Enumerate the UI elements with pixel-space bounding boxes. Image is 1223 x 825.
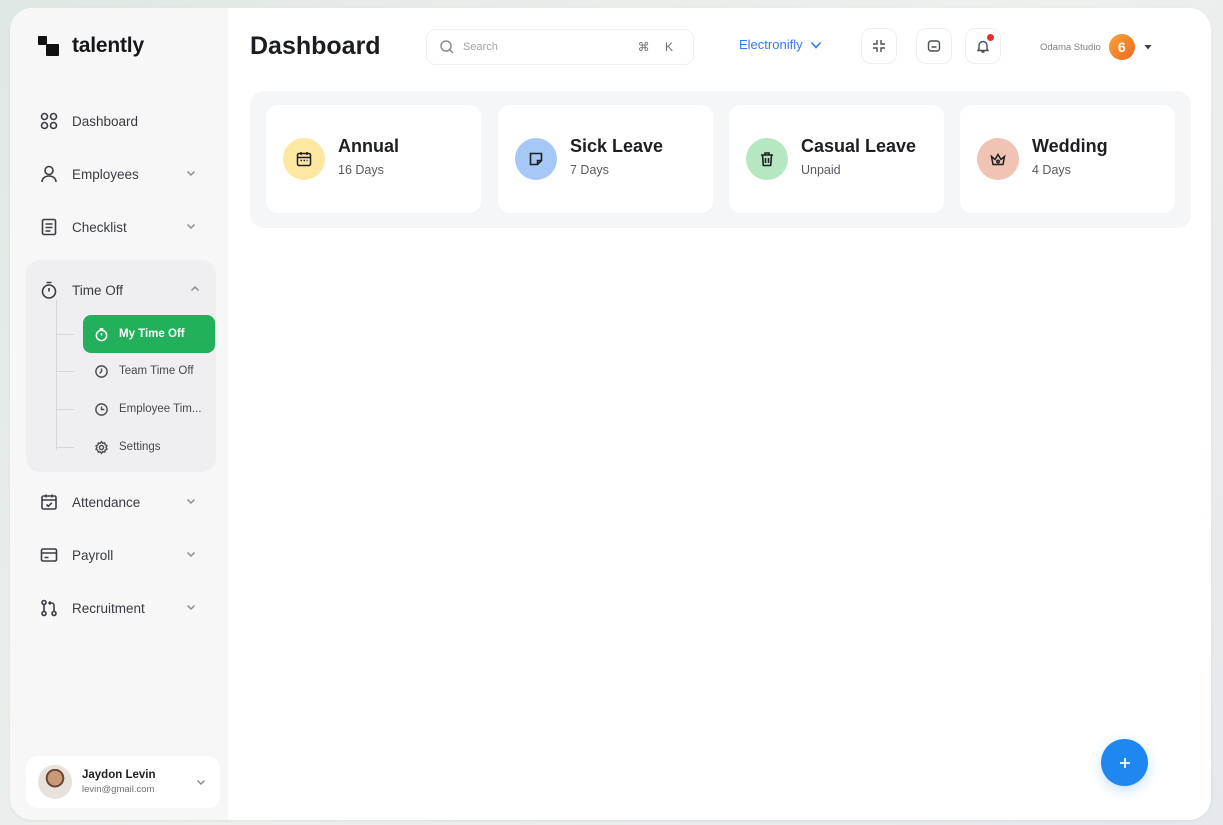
chevron-down-icon (809, 38, 823, 52)
chevron-down-icon[interactable] (184, 547, 198, 561)
user-icon (38, 163, 60, 185)
tree-connector (56, 300, 57, 450)
sidebar-item-attendance[interactable]: Attendance (26, 482, 212, 522)
user-profile-card[interactable]: Jaydon Levin levin@gmail.com (26, 756, 220, 808)
workspace-switcher[interactable]: Odama Studio 6 (1040, 34, 1153, 60)
calendar-icon (283, 138, 325, 180)
sidebar-item-label: Payroll (72, 547, 114, 563)
sticky-note-icon (515, 138, 557, 180)
leave-card-sick-leave[interactable]: Sick Leave 7 Days (498, 105, 713, 213)
leave-type-title: Wedding (1032, 136, 1108, 156)
leave-balance: Unpaid (801, 163, 841, 177)
page-title: Dashboard (250, 32, 381, 60)
leave-card-wedding[interactable]: Wedding 4 Days (960, 105, 1175, 213)
sidebar: talently Dashboard Employees Checklist T… (10, 8, 228, 820)
collapse-button[interactable] (861, 28, 897, 64)
grid-icon (38, 110, 60, 132)
notification-badge (987, 34, 994, 41)
sidebar-item-label: Recruitment (72, 600, 145, 616)
sidebar-subitem-label: My Time Off (119, 328, 185, 340)
avatar (38, 765, 72, 799)
plus-icon (1117, 755, 1133, 771)
trash-icon (746, 138, 788, 180)
gear-icon (93, 439, 109, 455)
messages-button[interactable] (916, 28, 952, 64)
leave-type-title: Sick Leave (570, 136, 664, 156)
sidebar-item-label: Attendance (72, 494, 141, 510)
sidebar-item-checklist[interactable]: Checklist (26, 207, 212, 247)
sidebar-item-label: Checklist (72, 219, 127, 235)
sidebar-subitem-team-time-off[interactable]: Team Time Off (83, 353, 215, 389)
sidebar-item-employees[interactable]: Employees (26, 154, 212, 194)
leave-summary: Annual 16 Days Sick Leave 7 Days Casual … (250, 91, 1191, 228)
add-button[interactable] (1101, 739, 1148, 786)
calendar-check-icon (38, 491, 60, 513)
leave-balance: 7 Days (570, 163, 609, 177)
leave-balance: 16 Days (338, 163, 384, 177)
chevron-down-icon[interactable] (194, 775, 208, 789)
sidebar-item-dashboard[interactable]: Dashboard (26, 101, 212, 141)
leave-card-annual[interactable]: Annual 16 Days (266, 105, 481, 213)
chevron-down-icon[interactable] (184, 219, 198, 233)
app-window: talently Dashboard Employees Checklist T… (10, 8, 1211, 820)
clock-icon (93, 363, 109, 379)
leave-card-casual-leave[interactable]: Casual Leave Unpaid (729, 105, 944, 213)
talently-logo-icon (38, 34, 62, 58)
sidebar-subitem-employee-time-off[interactable]: Employee Tim... (83, 391, 215, 427)
leave-balance: 4 Days (1032, 163, 1071, 177)
tree-connector (56, 334, 74, 335)
tree-connector (56, 371, 74, 372)
sidebar-item-recruitment[interactable]: Recruitment (26, 588, 212, 628)
caret-down-icon (1143, 42, 1153, 52)
git-pull-icon (38, 597, 60, 619)
sidebar-subitem-label: Team Time Off (119, 365, 194, 377)
checklist-icon (38, 216, 60, 238)
notifications-button[interactable] (965, 28, 1001, 64)
brand-name: talently (72, 34, 144, 57)
chevron-down-icon[interactable] (184, 166, 198, 180)
search-icon (439, 39, 455, 55)
brand-logo[interactable]: talently (38, 34, 144, 58)
user-name: Jaydon Levin (82, 769, 156, 781)
tree-connector (56, 409, 74, 410)
sidebar-subitem-settings[interactable]: Settings (83, 429, 215, 465)
organization-name: Electronifly (739, 37, 803, 52)
sidebar-subitem-label: Settings (119, 441, 161, 453)
time-off-group: Time Off My Time Off Team Time Off Emplo… (26, 260, 216, 472)
stopwatch-icon (38, 279, 60, 301)
sidebar-item-label: Employees (72, 166, 139, 182)
sidebar-subitem-label: Employee Tim... (119, 403, 202, 415)
search-shortcut-hint: ⌘ K (637, 40, 679, 54)
sidebar-item-time-off[interactable]: Time Off (26, 270, 216, 310)
sidebar-item-payroll[interactable]: Payroll (26, 535, 212, 575)
timer-icon (93, 326, 109, 342)
leave-type-title: Casual Leave (801, 136, 917, 156)
user-email: levin@gmail.com (82, 784, 155, 795)
sidebar-subitem-my-time-off[interactable]: My Time Off (83, 315, 215, 353)
crown-icon (977, 138, 1019, 180)
chevron-down-icon[interactable] (184, 494, 198, 508)
search-bar[interactable]: ⌘ K (426, 29, 694, 65)
tree-connector (56, 447, 74, 448)
collapse-icon (871, 38, 887, 54)
message-icon (926, 38, 942, 54)
chevron-down-icon[interactable] (184, 600, 198, 614)
clock-icon (93, 401, 109, 417)
wallet-icon (38, 544, 60, 566)
leave-type-title: Annual (338, 136, 399, 156)
chevron-up-icon[interactable] (188, 282, 202, 296)
search-input[interactable] (463, 37, 633, 57)
sidebar-item-label: Time Off (72, 282, 124, 298)
sidebar-item-label: Dashboard (72, 113, 139, 129)
workspace-logo-icon: 6 (1108, 34, 1135, 60)
organization-select[interactable]: Electronifly (739, 37, 823, 52)
workspace-name: Odama Studio (1040, 41, 1101, 53)
